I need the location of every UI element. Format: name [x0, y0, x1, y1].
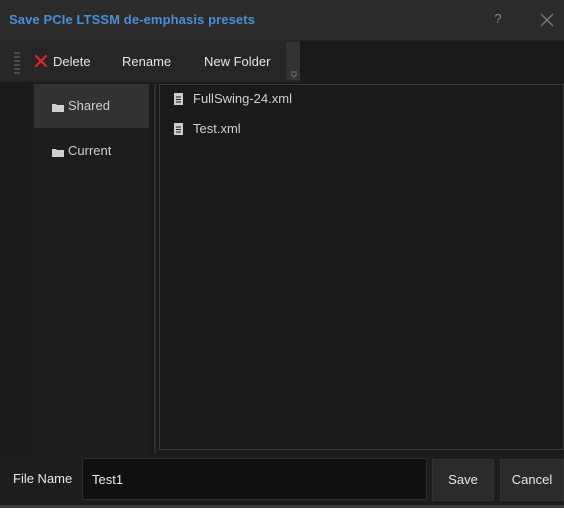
file-name-label: File Name — [13, 471, 73, 486]
file-name: FullSwing-24.xml — [193, 91, 292, 106]
file-icon — [174, 93, 183, 105]
chevron-down-icon[interactable] — [290, 70, 298, 78]
splitter[interactable] — [154, 84, 156, 454]
dialog-title: Save PCIe LTSSM de-emphasis presets — [9, 12, 256, 27]
title-bar[interactable]: Save PCIe LTSSM de-emphasis presets ? — [0, 0, 564, 41]
close-button[interactable] — [537, 10, 557, 30]
save-dialog: Save PCIe LTSSM de-emphasis presets ? De… — [0, 0, 564, 506]
rename-button[interactable]: Rename — [122, 52, 171, 72]
file-name-input[interactable] — [82, 458, 427, 500]
save-button[interactable]: Save — [432, 459, 494, 501]
folder-icon — [52, 104, 64, 112]
folder-label: Current — [68, 143, 112, 158]
window-bottom-edge — [0, 505, 564, 508]
folder-label: Shared — [68, 98, 110, 113]
folder-icon — [52, 149, 64, 157]
folder-item-current[interactable]: Current — [34, 129, 149, 173]
toolbar-grip[interactable] — [14, 52, 20, 74]
new-folder-button[interactable]: New Folder — [204, 52, 270, 72]
file-list — [159, 84, 564, 450]
cancel-button[interactable]: Cancel — [500, 459, 564, 501]
delete-button[interactable]: Delete — [53, 52, 91, 72]
file-icon — [174, 123, 183, 135]
folder-item-shared[interactable]: Shared — [34, 84, 149, 128]
help-button[interactable]: ? — [490, 9, 506, 29]
x-icon[interactable] — [34, 54, 48, 68]
close-icon — [540, 13, 554, 27]
file-name: Test.xml — [193, 121, 241, 136]
